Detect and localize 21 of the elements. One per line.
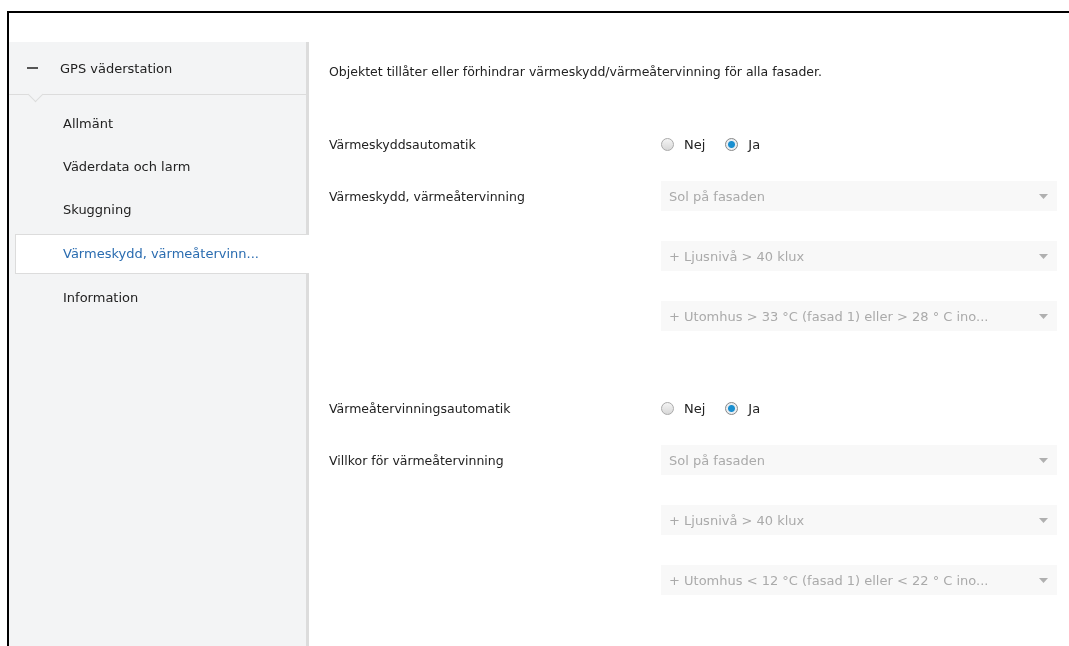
radio-option[interactable]: Ja bbox=[725, 136, 761, 152]
radio-option[interactable]: Ja bbox=[725, 400, 761, 416]
caret-icon bbox=[1039, 313, 1048, 319]
sidebar-item[interactable]: Allmänt bbox=[9, 105, 306, 143]
caret-icon bbox=[1039, 457, 1048, 463]
caret-icon bbox=[1039, 577, 1048, 583]
caret-icon bbox=[1039, 193, 1048, 199]
sidebar-item[interactable]: Värmeskydd, värmeåtervinn... bbox=[15, 234, 309, 274]
radio-option[interactable]: Nej bbox=[661, 136, 706, 152]
sidebar-item[interactable]: Väderdata och larm bbox=[9, 148, 306, 186]
sidebar-item[interactable]: Information bbox=[9, 279, 306, 317]
field-label: Värmeskyddsautomatik bbox=[329, 136, 476, 152]
caret-icon bbox=[1039, 253, 1048, 259]
field-label: Värmeåtervinningsautomatik bbox=[329, 400, 511, 416]
group-label: GPS väderstation bbox=[60, 60, 173, 76]
field-label: Värmeskydd, värmeåtervinning bbox=[329, 188, 525, 204]
sidebar-item[interactable]: Skuggning bbox=[9, 191, 306, 229]
description-text: Objektet tillåter eller förhindrar värmeskydd/värmeåtervinning för alla fasader. bbox=[329, 64, 823, 81]
caret-icon bbox=[1039, 517, 1048, 523]
radio-option[interactable]: Nej bbox=[661, 400, 706, 416]
field-label: Villkor för värmeåtervinning bbox=[329, 452, 504, 468]
